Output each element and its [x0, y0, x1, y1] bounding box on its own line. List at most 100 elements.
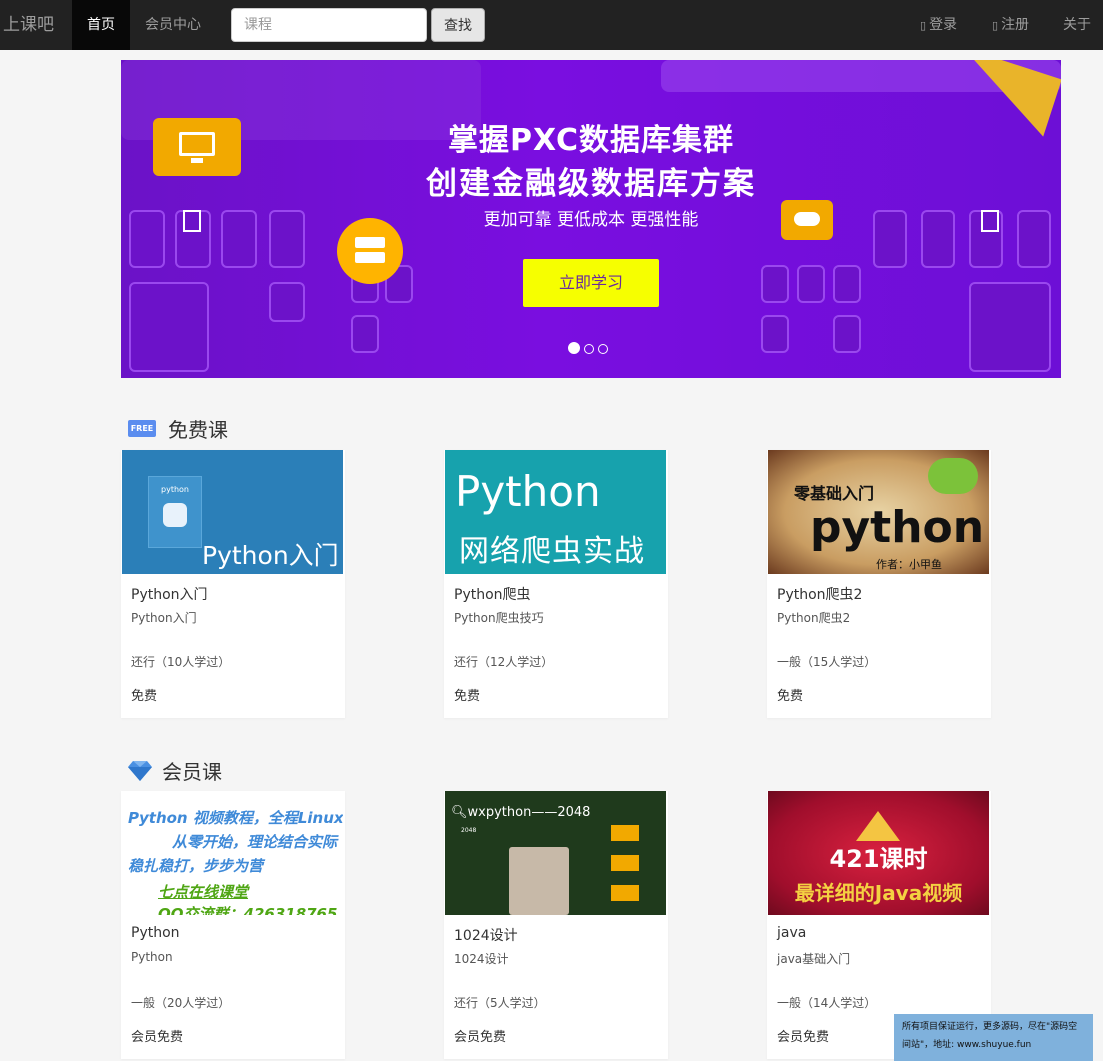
banner-carousel[interactable]: 掌握PXC数据库集群 创建金融级数据库方案 更加可靠 更低成本 更强性能 立即学… [121, 60, 1061, 378]
carousel-dot[interactable] [598, 344, 608, 354]
thumb-text: Python入门 [202, 541, 339, 570]
thumb-text: 作者：小甲鱼 [876, 558, 942, 571]
course-card[interactable]: 🔍︎wxpython——2048 2048 1024设计 1024设计 还行（5… [444, 791, 668, 1059]
course-learners: （5人学过） [478, 996, 546, 1010]
thumb-text: QQ交流群：426318765 [158, 905, 338, 915]
course-card[interactable]: python Python入门 Python入门 Python入门 还行（10人… [121, 450, 345, 718]
course-name[interactable]: Python爬虫 [454, 584, 531, 604]
nav-member-center[interactable]: 会员中心 [130, 0, 216, 50]
thumb-text: 七点在线课堂 [158, 883, 249, 901]
course-name[interactable]: 1024设计 [454, 925, 518, 945]
thumb-text: python [810, 502, 985, 553]
course-meta: 还行（12人学过） [454, 653, 553, 670]
python-book-icon: python [148, 476, 202, 548]
banner-cta-button[interactable]: 立即学习 [523, 259, 659, 307]
register-link[interactable]: ▯ 注册 [992, 0, 1029, 50]
member-section-header: 会员课 [128, 756, 222, 785]
course-learners: （14人学过） [801, 996, 877, 1010]
course-price: 会员免费 [131, 1030, 184, 1045]
course-meta: 一般（14人学过） [777, 994, 876, 1011]
member-section-title: 会员课 [162, 760, 222, 784]
course-thumbnail: 🔍︎wxpython——2048 2048 [445, 791, 666, 915]
banner-deco [351, 315, 379, 353]
course-meta: 一般（20人学过） [131, 994, 230, 1011]
course-name[interactable]: Python [131, 925, 180, 941]
banner-deco [833, 265, 861, 303]
user-icon: ▯ [920, 19, 927, 32]
free-badge-icon: FREE [128, 420, 156, 437]
about-link[interactable]: 关于 [1063, 0, 1091, 50]
pencil-icon: ▯ [992, 19, 999, 32]
course-meta: 还行（5人学过） [454, 994, 546, 1011]
flow-box [611, 825, 639, 841]
banner-deco [761, 315, 789, 353]
course-price: 会员免费 [454, 1030, 507, 1045]
search-input[interactable] [231, 8, 427, 42]
thumb-text: Python 视频教程，全程Linux教学 [128, 809, 343, 827]
banner-deco [797, 265, 825, 303]
course-price: 免费 [454, 689, 481, 704]
carousel-dot[interactable] [568, 342, 580, 354]
thumb-text: 🔍︎wxpython——2048 [451, 805, 591, 820]
free-section-header: FREE 免费课 [128, 414, 228, 443]
course-learners: （12人学过） [478, 655, 554, 669]
banner-deco [969, 282, 1051, 372]
course-card[interactable]: Python 视频教程，全程Linux教学 从零开始，理论结合实际 稳扎稳打，步… [121, 791, 345, 1059]
brand-logo[interactable]: 上课吧 [3, 0, 54, 50]
thumb-text: 421课时 [829, 845, 928, 873]
course-desc: Python [131, 950, 173, 964]
flow-box [611, 885, 639, 901]
banner-deco [761, 265, 789, 303]
carousel-dot[interactable] [584, 344, 594, 354]
game-board-icon [509, 847, 569, 915]
course-level: 还行 [454, 996, 479, 1010]
course-name[interactable]: java [777, 925, 806, 941]
thumb-text: 从零开始，理论结合实际 [172, 833, 338, 851]
thumb-text: 零基础入门 [794, 484, 875, 503]
course-learners: （20人学过） [155, 996, 231, 1010]
course-price: 会员免费 [777, 1030, 830, 1045]
course-thumbnail: 421课时 最详细的Java视频 [768, 791, 989, 915]
thumb-text: Python [455, 467, 601, 516]
thumb-text: 网络爬虫实战 [459, 534, 645, 569]
search-icon: 🔍︎ [451, 805, 468, 820]
navbar: 上课吧 首页 会员中心 查找 ▯登录 ▯注册 关于 [0, 0, 1103, 50]
carousel-prev-icon[interactable] [183, 210, 201, 232]
course-thumbnail: Python 网络爬虫实战 [445, 450, 666, 574]
banner-deco [833, 315, 861, 353]
course-desc: Python爬虫2 [777, 611, 851, 625]
course-level: 还行 [454, 655, 479, 669]
register-label: 注册 [1001, 17, 1030, 33]
course-card[interactable]: Python 网络爬虫实战 Python爬虫 Python爬虫技巧 还行（12人… [444, 450, 668, 718]
course-name[interactable]: Python爬虫2 [777, 584, 862, 604]
course-meta: 一般（15人学过） [777, 653, 876, 670]
free-section-title: 免费课 [168, 418, 228, 442]
course-level: 一般 [777, 655, 802, 669]
course-thumbnail: Python 视频教程，全程Linux教学 从零开始，理论结合实际 稳扎稳打，步… [122, 791, 343, 915]
course-thumbnail: 零基础入门 python 作者：小甲鱼 [768, 450, 989, 574]
banner-deco [129, 282, 209, 372]
course-desc: 1024设计 [454, 952, 509, 966]
course-thumbnail: python Python入门 [122, 450, 343, 574]
login-link[interactable]: ▯ 登录 [920, 0, 957, 50]
thumb-text: 最详细的Java视频 [794, 881, 963, 905]
thumb-text: 稳扎稳打，步步为营 [128, 857, 264, 875]
course-learners: （10人学过） [155, 655, 231, 669]
carousel-next-icon[interactable] [981, 210, 999, 232]
course-card[interactable]: 零基础入门 python 作者：小甲鱼 Python爬虫2 Python爬虫2 … [767, 450, 991, 718]
search-button[interactable]: 查找 [431, 8, 485, 42]
course-learners: （15人学过） [801, 655, 877, 669]
flow-box [611, 855, 639, 871]
carousel-indicators [568, 339, 612, 358]
course-desc: Python爬虫技巧 [454, 611, 544, 625]
course-price: 免费 [131, 689, 158, 704]
course-name[interactable]: Python入门 [131, 584, 208, 604]
course-level: 一般 [131, 996, 156, 1010]
banner-title-line2: 创建金融级数据库方案 [426, 166, 756, 202]
course-level: 一般 [777, 996, 802, 1010]
nav-home[interactable]: 首页 [72, 0, 130, 50]
course-price: 免费 [777, 689, 804, 704]
thumb-text: 2048 [461, 827, 477, 834]
banner-subtitle: 更加可靠 更低成本 更强性能 [483, 210, 699, 230]
snake-icon [928, 458, 978, 494]
